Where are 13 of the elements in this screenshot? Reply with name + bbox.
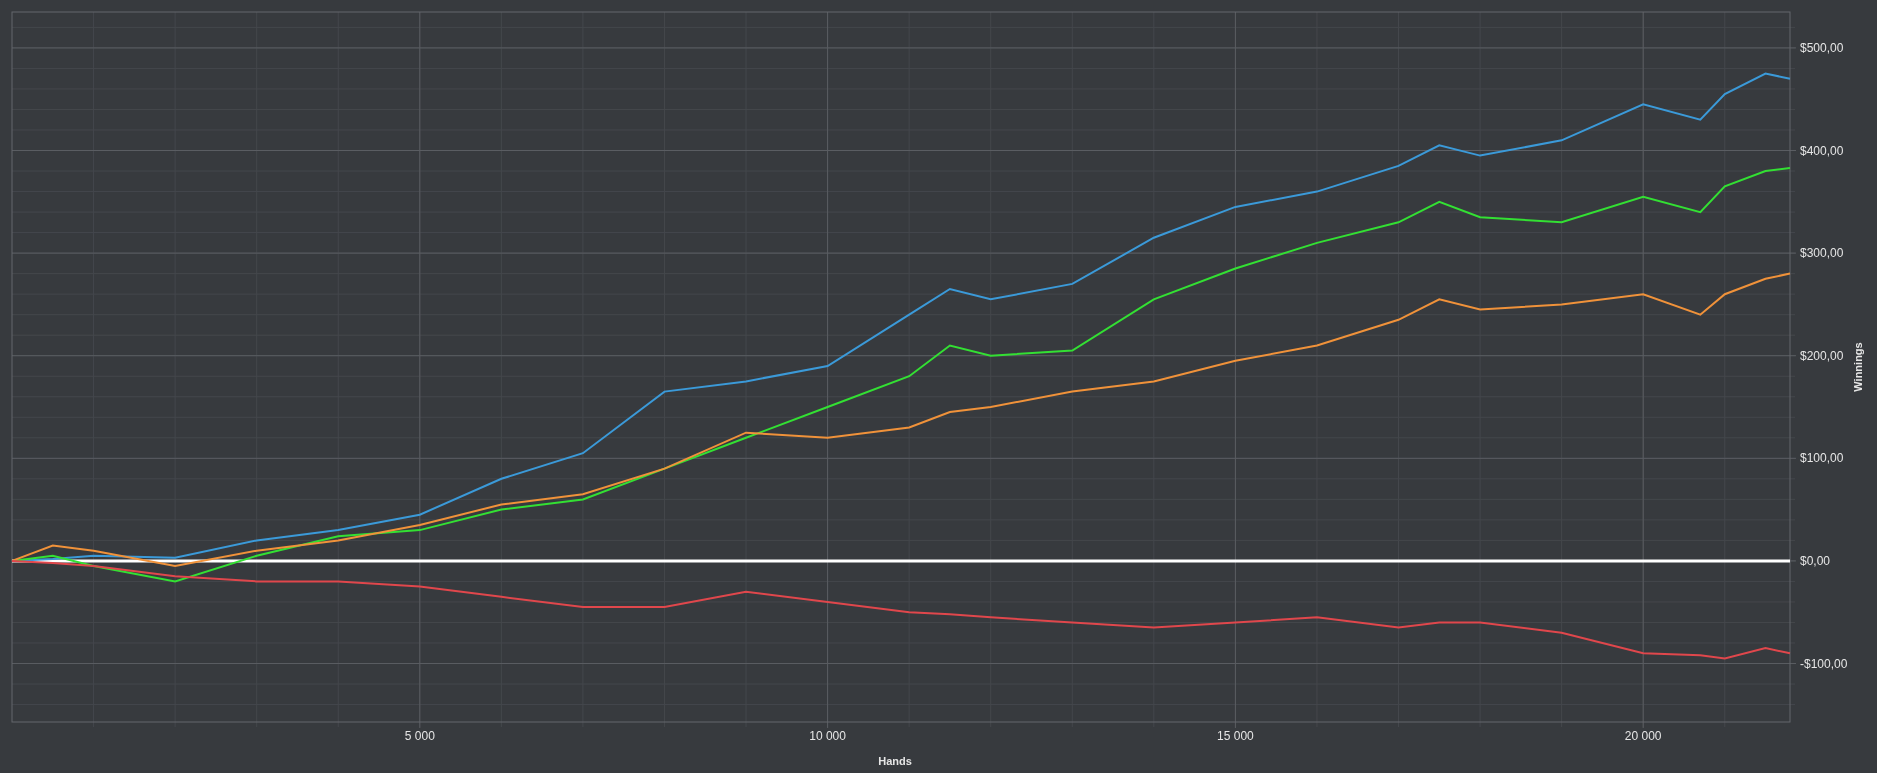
y-axis-title: Winnings [1852, 342, 1864, 392]
axis-tick-label: 20 000 [1624, 729, 1662, 743]
axis-tick-label: $500,00 [1800, 40, 1844, 55]
axis-tick-label: 5 000 [404, 729, 435, 743]
axis-tick-label: $100,00 [1800, 451, 1844, 466]
axis-tick-label: $200,00 [1800, 348, 1844, 363]
axis-tick-label: 15 000 [1217, 729, 1254, 743]
axis-tick-label: $0,00 [1800, 553, 1831, 568]
axis-tick-label: $300,00 [1800, 246, 1844, 261]
axis-tick-label: -$100,00 [1800, 656, 1848, 671]
axis-tick-label: 10 000 [809, 729, 846, 743]
x-axis-title: Hands [878, 755, 912, 767]
axis-tick-label: $400,00 [1800, 143, 1844, 158]
